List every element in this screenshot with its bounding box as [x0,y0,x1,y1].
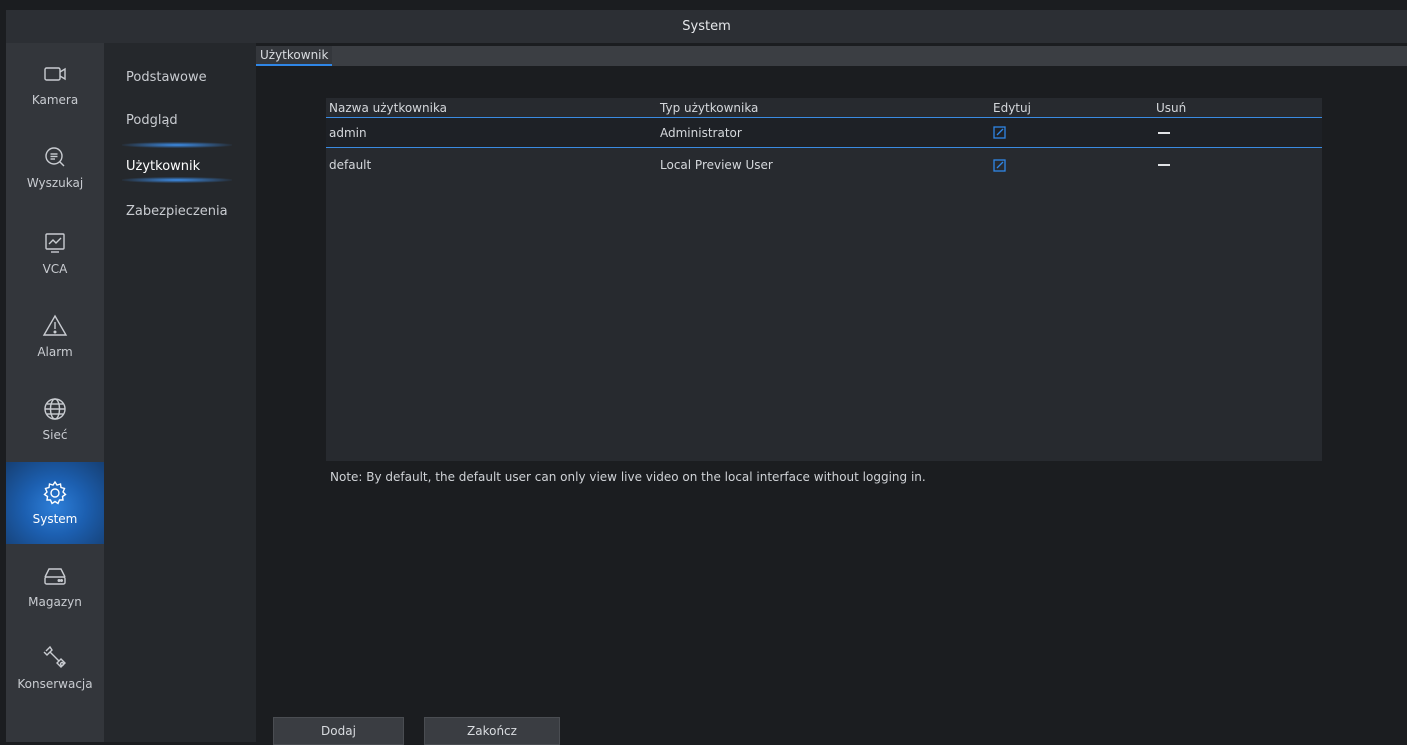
rail-label: Konserwacja [17,677,93,691]
active-indicator-top [122,142,232,148]
info-note: Note: By default, the default user can o… [330,470,926,484]
app-window: System Kamera Wyszukaj VCA Alarm Sieć Sy… [6,10,1407,745]
vca-icon [45,233,65,253]
user-name: admin [329,125,367,140]
rail-label: Alarm [37,345,73,359]
table-row[interactable]: default Local Preview User [326,150,1322,180]
header-edit: Edytuj [993,100,1031,115]
rail-item-vca[interactable]: VCA [6,215,104,291]
rail-label: Sieć [42,428,68,442]
finish-button[interactable]: Zakończ [424,717,560,745]
rail-item-wyszukaj[interactable]: Wyszukaj [6,129,104,205]
alarm-icon [42,314,68,336]
header-type: Typ użytkownika [660,100,759,115]
sub-nav: Podstawowe Podgląd Użytkownik Zabezpiecz… [104,43,256,742]
rail-item-kamera[interactable]: Kamera [6,46,104,122]
wrench-icon [43,645,66,668]
header-delete: Usuń [1156,100,1187,115]
table-header: Nazwa użytkownika Typ użytkownika Edytuj… [326,98,1322,118]
rail-item-alarm[interactable]: Alarm [6,298,104,374]
main-nav-rail: Kamera Wyszukaj VCA Alarm Sieć System Ma… [6,43,104,742]
window-title: System [6,10,1407,43]
active-indicator-bottom [122,177,232,183]
add-button[interactable]: Dodaj [273,717,404,745]
sub-item-podstawowe[interactable]: Podstawowe [126,70,207,85]
globe-icon [44,398,66,420]
rail-label: Wyszukaj [26,176,84,190]
edit-icon [993,158,1006,172]
rail-label: VCA [42,262,68,276]
tab-bar: Użytkownik [256,46,1407,66]
edit-icon [993,126,1006,139]
user-name: default [329,158,372,172]
rail-item-system[interactable]: System [6,462,104,544]
sub-item-uzytkownik[interactable]: Użytkownik [126,159,200,174]
storage-icon [44,568,66,585]
user-type: Administrator [660,125,742,140]
camera-icon [44,67,66,81]
sub-item-zabezpieczenia[interactable]: Zabezpieczenia [126,204,228,219]
user-table: Nazwa użytkownika Typ użytkownika Edytuj… [326,98,1322,461]
delete-dash [1158,164,1170,166]
content-area: Użytkownik Nazwa użytkownika Typ użytkow… [256,43,1407,745]
delete-button[interactable] [1158,118,1170,147]
rail-label: Kamera [31,93,79,107]
rail-item-konserwacja[interactable]: Konserwacja [6,630,104,706]
rail-label: System [32,512,78,526]
edit-button[interactable] [993,150,1006,180]
rail-label: Magazyn [28,595,82,609]
edit-button[interactable] [993,118,1006,147]
delete-dash [1158,131,1170,134]
search-icon [45,147,65,167]
gear-icon [43,480,67,505]
rail-item-siec[interactable]: Sieć [6,381,104,457]
sub-item-podglad[interactable]: Podgląd [126,113,178,128]
header-name: Nazwa użytkownika [329,100,448,115]
table-row[interactable]: admin Administrator [326,118,1322,148]
rail-item-magazyn[interactable]: Magazyn [6,548,104,624]
user-type: Local Preview User [660,158,773,172]
delete-button[interactable] [1158,150,1170,180]
tab-uzytkownik[interactable]: Użytkownik [256,46,333,66]
